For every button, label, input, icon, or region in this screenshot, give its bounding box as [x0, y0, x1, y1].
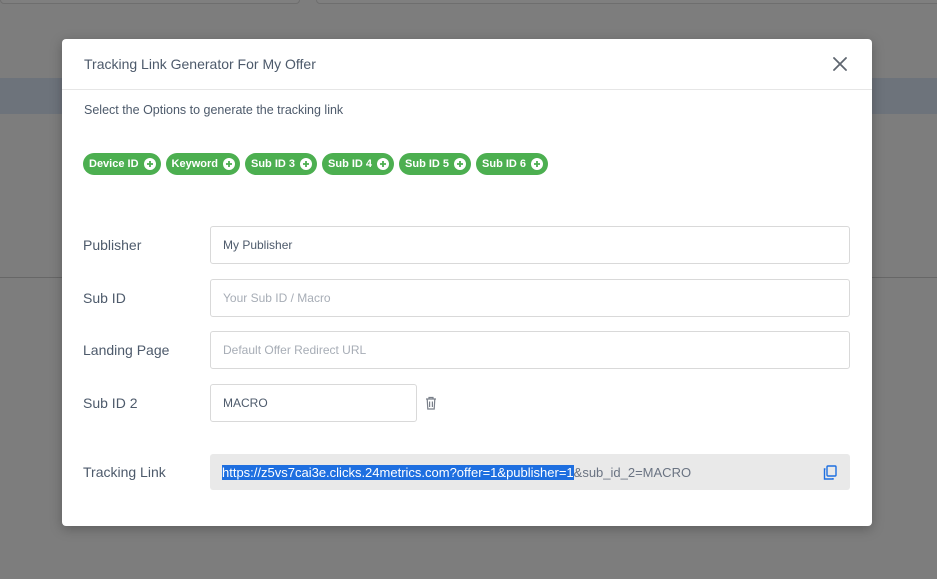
- plus-circle-icon: [223, 158, 235, 170]
- chip-device-id[interactable]: Device ID: [83, 153, 161, 175]
- landing-page-label: Landing Page: [83, 342, 170, 358]
- chip-sub-id-3[interactable]: Sub ID 3: [245, 153, 318, 175]
- chip-label: Sub ID 6: [482, 158, 527, 170]
- modal-header: Tracking Link Generator For My Offer: [62, 39, 872, 90]
- tracking-link-field[interactable]: https://z5vs7cai3e.clicks.24metrics.com?…: [210, 454, 850, 490]
- plus-circle-icon: [454, 158, 467, 170]
- chip-keyword[interactable]: Keyword: [165, 153, 240, 175]
- modal-title: Tracking Link Generator For My Offer: [84, 56, 316, 72]
- tracking-link-selected: https://z5vs7cai3e.clicks.24metrics.com?…: [222, 464, 574, 480]
- option-chips: Device ID Keyword Sub ID 3 Sub ID 4 Sub …: [83, 153, 549, 175]
- modal-subtitle: Select the Options to generate the track…: [84, 103, 344, 117]
- copy-link-button[interactable]: [822, 464, 838, 480]
- plus-circle-icon: [377, 158, 390, 170]
- tracking-link-label: Tracking Link: [83, 464, 166, 480]
- close-icon: [833, 57, 847, 71]
- chip-label: Sub ID 5: [405, 158, 450, 170]
- close-button[interactable]: [830, 54, 850, 74]
- sub-id-input[interactable]: [210, 279, 850, 317]
- sub-id-2-row: Sub ID 2: [83, 384, 439, 422]
- landing-page-input[interactable]: [210, 331, 850, 369]
- chip-sub-id-4[interactable]: Sub ID 4: [322, 153, 395, 175]
- chip-label: Device ID: [89, 158, 139, 170]
- trash-icon: [426, 396, 436, 410]
- publisher-row: Publisher: [83, 226, 850, 264]
- landing-page-row: Landing Page: [83, 331, 850, 369]
- tracking-link-row: Tracking Link https://z5vs7cai3e.clicks.…: [83, 454, 850, 490]
- plus-circle-icon: [143, 158, 156, 170]
- copy-icon: [823, 464, 837, 480]
- tracking-link-rest: &sub_id_2=MACRO: [573, 464, 692, 480]
- chip-label: Keyword: [171, 158, 218, 170]
- sub-id-2-label: Sub ID 2: [83, 395, 138, 411]
- chip-label: Sub ID 3: [251, 158, 296, 170]
- plus-circle-icon: [531, 158, 544, 170]
- sub-id-row: Sub ID: [83, 279, 850, 317]
- chip-label: Sub ID 4: [328, 158, 373, 170]
- sub-id-label: Sub ID: [83, 290, 126, 306]
- chip-sub-id-6[interactable]: Sub ID 6: [476, 153, 549, 175]
- publisher-input[interactable]: [210, 226, 850, 264]
- tracking-link-text[interactable]: https://z5vs7cai3e.clicks.24metrics.com?…: [222, 464, 692, 480]
- tracking-link-modal: Tracking Link Generator For My Offer Sel…: [62, 39, 872, 526]
- sub-id-2-input[interactable]: [210, 384, 417, 422]
- publisher-label: Publisher: [83, 237, 142, 253]
- chip-sub-id-5[interactable]: Sub ID 5: [399, 153, 472, 175]
- plus-circle-icon: [300, 158, 313, 170]
- delete-sub-id-2-button[interactable]: [423, 395, 439, 411]
